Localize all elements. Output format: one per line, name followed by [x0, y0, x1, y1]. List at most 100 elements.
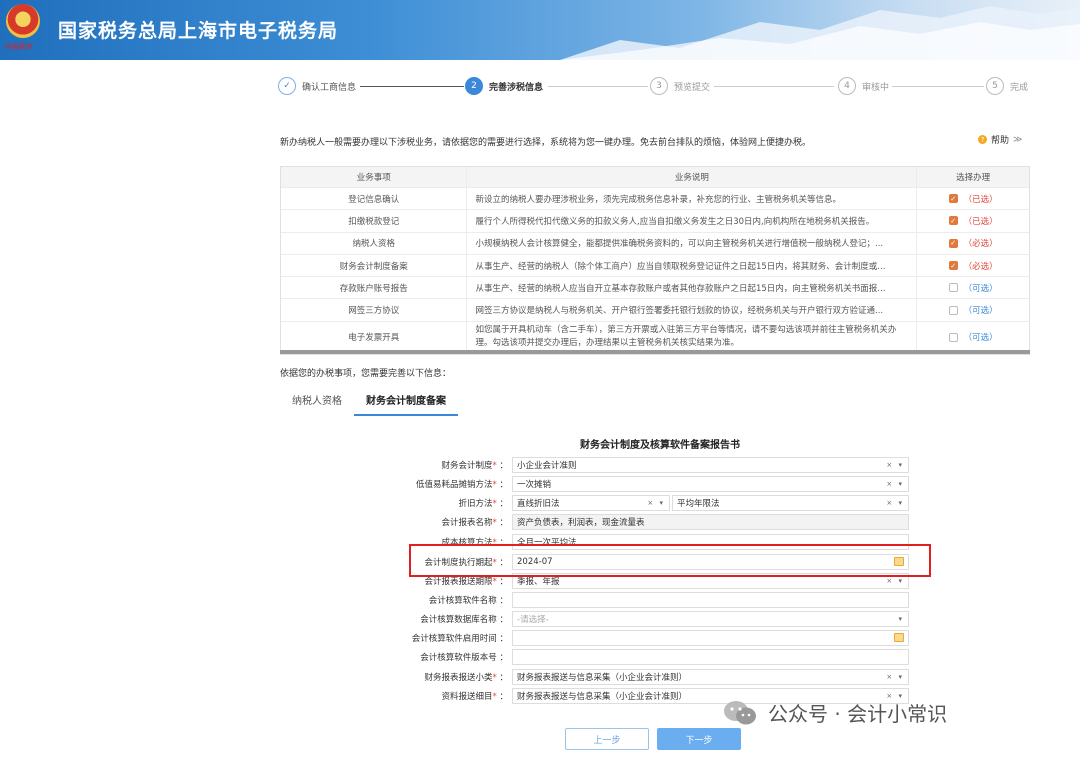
- select-status: （必选）: [963, 261, 998, 272]
- field-input[interactable]: 一次摊销 × ▾: [512, 475, 909, 492]
- desc-cell: 小规模纳税人会计核算健全，能都提供准确税务资料的，可以向主管税务机关进行增值税一…: [467, 232, 918, 254]
- highlight-box: [409, 544, 931, 577]
- field-input[interactable]: 直线折旧法 × ▾: [512, 494, 670, 511]
- select-checkbox[interactable]: ✓: [948, 194, 958, 204]
- clear-dropdown-icon[interactable]: ▾: [898, 615, 904, 623]
- field-input[interactable]: 小企业会计准则 × ▾: [512, 456, 909, 473]
- form-row: 低值易耗品摊销方法* ： 一次摊销 × ▾: [380, 475, 920, 492]
- clear-dropdown-icon[interactable]: × ▾: [886, 480, 904, 488]
- watermark: 公众号 · 会计小常识: [722, 698, 947, 727]
- next-button[interactable]: 下一步: [657, 728, 741, 750]
- field-input[interactable]: -请选择- ▾: [512, 610, 909, 627]
- table-row: 网签三方协议 网签三方协议是纳税人与税务机关、开户银行签署委托银行划款的协议，经税…: [281, 299, 1029, 322]
- field-label: 会计核算数据库名称 ：: [420, 614, 508, 625]
- emblem-caption: 中国税务: [4, 43, 32, 51]
- step-number: 3: [650, 77, 668, 95]
- select-status: （必选）: [963, 239, 998, 250]
- tab-accounting-filing[interactable]: 财务会计制度备案: [354, 392, 458, 416]
- clear-dropdown-icon[interactable]: × ▾: [647, 499, 665, 507]
- step-connector: [360, 86, 464, 87]
- field-label-text: 折旧方法: [458, 498, 493, 509]
- field-value: 小企业会计准则: [517, 460, 577, 471]
- item-cell: 纳税人资格: [281, 232, 468, 254]
- item-cell: 存款账户账号报告: [281, 277, 468, 299]
- table-scrollbar[interactable]: [280, 350, 1030, 354]
- form-row: 会计核算软件启用时间 ：: [380, 629, 920, 646]
- field-value: 一次摊销: [517, 479, 552, 490]
- step-number: 2: [465, 77, 483, 95]
- field-label-text: 会计报表报送期限: [424, 576, 493, 587]
- select-cell: （可选）: [917, 277, 1029, 298]
- item-cell: 电子发票开具: [281, 321, 468, 353]
- item-cell: 扣缴税款登记: [281, 210, 468, 232]
- step-connector: [892, 86, 984, 87]
- step-4: 4 审核中: [838, 76, 889, 96]
- table-header-row: 业务事项 业务说明 选择办理: [281, 167, 1029, 188]
- tab-taxpayer-qualification[interactable]: 纳税人资格: [280, 392, 354, 416]
- step-5: 5 完成: [986, 76, 1028, 96]
- form-row: 会计核算数据库名称 ： -请选择- ▾: [380, 610, 920, 627]
- select-checkbox[interactable]: ✓: [948, 261, 958, 271]
- table-row: 存款账户账号报告 从事生产、经营的纳税人应当自开立基本存款账户或者其他存款账户之日…: [281, 277, 1029, 300]
- step-label: 完善涉税信息: [489, 82, 544, 93]
- item-cell: 财务会计制度备案: [281, 254, 468, 277]
- field-input[interactable]: 资产负债表，利润表，现金流量表: [512, 513, 909, 530]
- select-cell: ✓ （已选）: [917, 188, 1029, 209]
- field-input[interactable]: [512, 591, 909, 608]
- form-row: 财务会计制度* ： 小企业会计准则 × ▾: [380, 456, 920, 473]
- field-label: 会计报表名称* ：: [441, 517, 508, 528]
- column-header: 选择办理: [956, 173, 991, 183]
- desc-cell: 如您属于开具机动车（含二手车），第三方开票或入驻第三方平台等情况，请不要勾选该项…: [467, 321, 918, 353]
- select-status: （已选）: [963, 194, 998, 205]
- clear-dropdown-icon[interactable]: × ▾: [886, 499, 904, 507]
- step-label: 确认工商信息: [302, 82, 357, 93]
- select-checkbox[interactable]: ✓: [948, 238, 958, 248]
- field-label-text: 资料报送细目: [441, 691, 493, 702]
- calendar-icon[interactable]: [894, 633, 904, 642]
- select-cell: （可选）: [917, 299, 1029, 320]
- column-header: 业务事项: [281, 167, 468, 187]
- watermark-text: 公众号 · 会计小常识: [768, 702, 948, 726]
- site-header: 中国税务 国家税务总局上海市电子税务局: [0, 0, 1080, 60]
- field-input[interactable]: 财务报表报送与信息采集（小企业会计准则） × ▾: [512, 668, 909, 685]
- mountain-banner: [560, 6, 1080, 60]
- column-header: 业务说明: [467, 167, 918, 187]
- business-table: 业务事项 业务说明 选择办理 登记信息确认 新设立的纳税人要办理涉税业务，须先完成…: [280, 166, 1030, 355]
- prev-button[interactable]: 上一步: [565, 728, 649, 750]
- clear-dropdown-icon[interactable]: × ▾: [886, 461, 904, 469]
- chevron-down-icon: ≫: [1013, 134, 1023, 145]
- tax-emblem-icon: [6, 4, 40, 38]
- field-label-text: 会计核算数据库名称: [420, 614, 497, 625]
- table-row: 扣缴税款登记 履行个人所得税代扣代缴义务的扣款义务人,应当自扣缴义务发生之日30日…: [281, 210, 1029, 233]
- item-cell: 登记信息确认: [281, 188, 468, 210]
- clear-dropdown-icon[interactable]: × ▾: [886, 673, 904, 681]
- form-row: 折旧方法* ： 直线折旧法 × ▾ 平均年限法 × ▾: [380, 494, 920, 511]
- table-row: 财务会计制度备案 从事生产、经营的纳税人（除个体工商户）应当自领取税务登记证件之日…: [281, 254, 1029, 278]
- select-status: （已选）: [963, 216, 998, 227]
- form-row: 会计核算软件版本号 ：: [380, 648, 920, 665]
- field-value: 平均年限法: [677, 498, 720, 509]
- select-cell: ✓ （必选）: [917, 255, 1029, 276]
- field-label-text: 低值易耗品摊销方法: [416, 479, 493, 490]
- select-cell: ✓ （必选）: [917, 233, 1029, 254]
- select-cell: ✓ （已选）: [917, 210, 1029, 231]
- table-row: 电子发票开具 如您属于开具机动车（含二手车），第三方开票或入驻第三方平台等情况，请…: [281, 321, 1029, 354]
- form-row: 财务报表报送小类* ： 财务报表报送与信息采集（小企业会计准则） × ▾: [380, 668, 920, 685]
- form-row: 会计报表名称* ： 资产负债表，利润表，现金流量表: [380, 513, 920, 530]
- select-checkbox[interactable]: [948, 283, 958, 293]
- field-value: -请选择-: [517, 614, 549, 625]
- field-value: 直线折旧法: [517, 498, 560, 509]
- step-label: 预览提交: [674, 82, 711, 93]
- field-label-text: 会计核算软件启用时间: [411, 633, 497, 644]
- field-label-text: 会计核算软件版本号: [420, 652, 497, 663]
- field-input[interactable]: [512, 629, 909, 646]
- field-input[interactable]: 平均年限法 × ▾: [672, 494, 909, 511]
- clear-dropdown-icon[interactable]: × ▾: [886, 577, 904, 585]
- select-status: （可选）: [963, 283, 998, 294]
- select-checkbox[interactable]: ✓: [948, 216, 958, 226]
- field-input[interactable]: [512, 648, 909, 665]
- select-checkbox[interactable]: [948, 332, 958, 342]
- help-button[interactable]: ? 帮助 ≫: [978, 133, 1022, 146]
- select-checkbox[interactable]: [948, 305, 958, 315]
- field-label: 会计核算软件版本号 ：: [420, 652, 508, 663]
